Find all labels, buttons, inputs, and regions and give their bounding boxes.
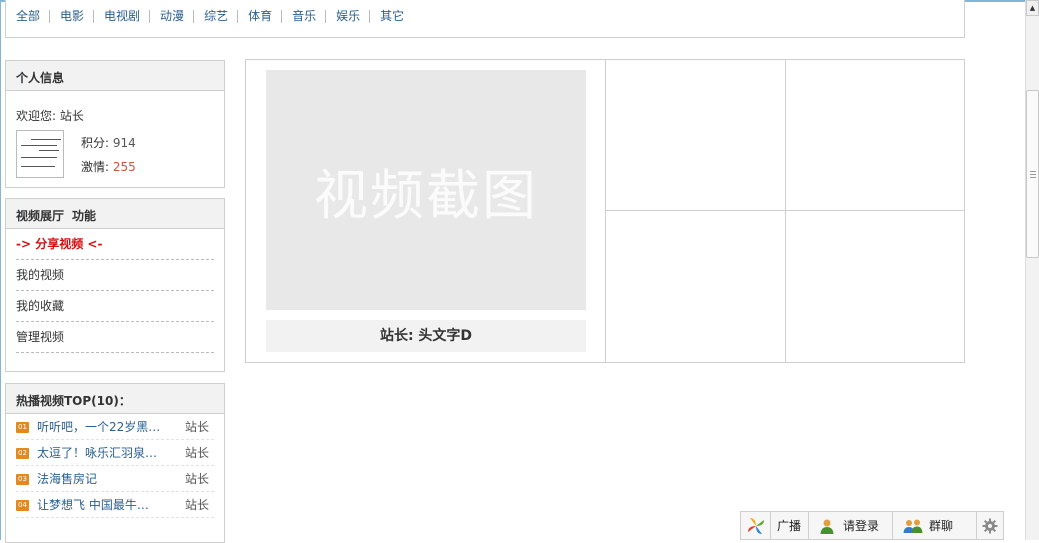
points-value: 914 <box>112 136 136 150</box>
scrollbar-thumb[interactable] <box>1026 90 1039 258</box>
vertical-scrollbar[interactable]: ▲ <box>1025 0 1039 540</box>
gear-icon <box>982 518 998 533</box>
mood-stat: 激情: 255 <box>81 158 136 175</box>
rank-badge: 01 <box>16 422 29 433</box>
video-cell <box>606 211 786 362</box>
video-title-link[interactable]: 让梦想飞 中国最牛… <box>37 498 149 512</box>
group-chat-button[interactable]: 群聊 <box>893 512 977 539</box>
category-nav: 全部 电影 电视剧 动漫 综艺 体育 音乐 娱乐 其它 <box>5 0 965 38</box>
top-videos-title: 热播视频TOP(10)： <box>6 384 224 414</box>
thumbnail-placeholder-text: 视频截图 <box>314 163 538 227</box>
list-item[interactable]: 04 让梦想飞 中国最牛… 站长 <box>16 492 214 518</box>
chat-label: 群聊 <box>929 519 954 533</box>
manage-videos-link[interactable]: 管理视频 <box>16 322 214 353</box>
mood-value: 255 <box>112 160 136 174</box>
avatar[interactable] <box>16 130 64 178</box>
profile-panel-title: 个人信息 <box>6 61 224 91</box>
group-icon <box>903 519 923 533</box>
video-title-link[interactable]: 听听吧，一个22岁黑… <box>37 420 160 434</box>
function-list: -> 分享视频 <- 我的视频 我的收藏 管理视频 <box>6 229 224 353</box>
function-panel-title-sub: 功能 <box>72 209 97 223</box>
broadcast-label: 广播 <box>777 519 802 533</box>
function-panel-title: 视频展厅 功能 <box>6 199 224 229</box>
video-cell <box>786 211 964 362</box>
top-videos-list: 01 听听吧，一个22岁黑… 站长 02 太逗了！咏乐汇羽泉… 站长 03 法海售房记… <box>6 414 224 518</box>
function-panel: 视频展厅 功能 -> 分享视频 <- 我的视频 我的收藏 管理视频 <box>5 198 225 372</box>
top-videos-panel: 热播视频TOP(10)： 01 听听吧，一个22岁黑… 站长 02 太逗了！咏乐汇羽… <box>5 383 225 543</box>
my-favorites-link[interactable]: 我的收藏 <box>16 291 214 322</box>
video-cell <box>786 60 964 211</box>
uploader-name: 站长 <box>184 472 209 486</box>
list-item[interactable]: 01 听听吧，一个22岁黑… 站长 <box>16 414 214 440</box>
scroll-up-icon[interactable]: ▲ <box>1026 0 1039 16</box>
nav-item-sports[interactable]: 体育 <box>237 10 281 23</box>
featured-video-cell: 视频截图 站长: 头文字D <box>246 60 606 362</box>
broadcast-button[interactable]: 广播 <box>771 512 809 539</box>
login-button[interactable]: 请登录 <box>809 512 893 539</box>
uploader-name: 站长 <box>184 420 209 434</box>
pinwheel-icon[interactable] <box>741 512 771 539</box>
user-icon <box>820 519 834 534</box>
nav-item-all[interactable]: 全部 <box>16 10 49 23</box>
video-title-link[interactable]: 法海售房记 <box>37 472 97 486</box>
nav-item-music[interactable]: 音乐 <box>281 10 325 23</box>
nav-item-entertainment[interactable]: 娱乐 <box>325 10 369 23</box>
video-cell <box>606 60 786 211</box>
nav-item-variety[interactable]: 综艺 <box>193 10 237 23</box>
video-title-link[interactable]: 太逗了！咏乐汇羽泉… <box>37 446 157 460</box>
uploader-name: 站长 <box>184 498 209 512</box>
login-label: 请登录 <box>843 519 880 533</box>
video-grid: 视频截图 站长: 头文字D <box>245 59 965 363</box>
list-item[interactable]: 03 法海售房记 站长 <box>16 466 214 492</box>
rank-badge: 02 <box>16 448 29 459</box>
share-video-link[interactable]: -> 分享视频 <- <box>16 229 214 260</box>
rank-badge: 04 <box>16 500 29 511</box>
nav-item-other[interactable]: 其它 <box>369 10 413 23</box>
function-panel-title-main: 视频展厅 <box>16 209 65 223</box>
bottom-toolbar: 广播 请登录 群聊 <box>740 511 1004 540</box>
nav-item-movie[interactable]: 电影 <box>49 10 93 23</box>
points-stat: 积分: 914 <box>81 134 136 151</box>
welcome-text: 欢迎您: 站长 <box>16 109 84 123</box>
mood-label: 激情: <box>81 160 113 174</box>
nav-item-tv[interactable]: 电视剧 <box>93 10 149 23</box>
settings-button[interactable] <box>977 512 1003 539</box>
profile-panel: 个人信息 欢迎您: 站长 积分: 914 激情: 255 <box>5 60 225 188</box>
rank-badge: 03 <box>16 474 29 485</box>
video-caption[interactable]: 站长: 头文字D <box>266 320 586 352</box>
video-thumbnail[interactable]: 视频截图 <box>266 70 586 310</box>
points-label: 积分: <box>81 136 113 150</box>
list-item[interactable]: 02 太逗了！咏乐汇羽泉… 站长 <box>16 440 214 466</box>
uploader-name: 站长 <box>184 446 209 460</box>
nav-item-anime[interactable]: 动漫 <box>149 10 193 23</box>
my-videos-link[interactable]: 我的视频 <box>16 260 214 291</box>
